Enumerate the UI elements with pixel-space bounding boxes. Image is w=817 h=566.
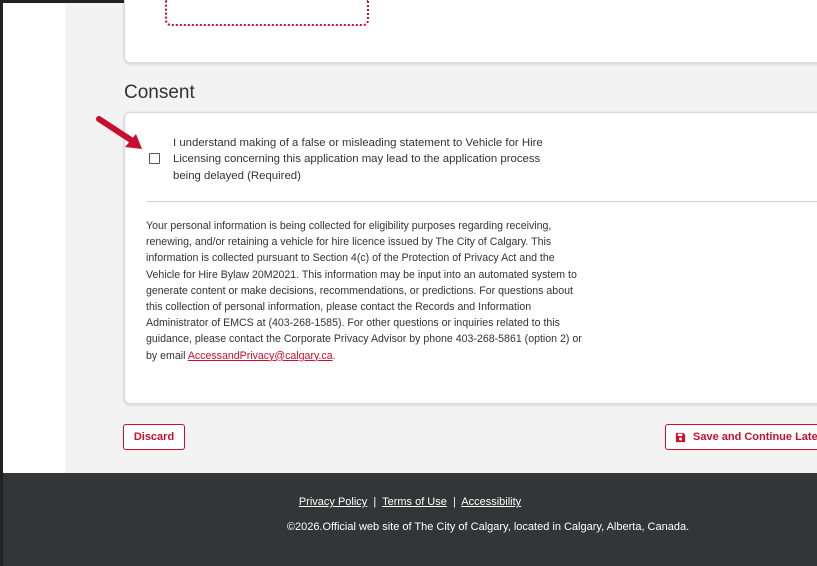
privacy-notice-end: . [332,349,336,362]
privacy-notice: Your personal information is being colle… [146,218,586,364]
privacy-notice-text: Your personal information is being colle… [146,220,582,362]
required-field-box[interactable] [165,0,369,26]
consent-heading: Consent [124,82,195,103]
save-button-label: Save and Continue Late [693,431,817,443]
consent-card: I understand making of a false or mislea… [124,112,817,404]
previous-section-card [124,0,817,63]
discard-button[interactable]: Discard [123,424,185,450]
privacy-policy-link[interactable]: Privacy Policy [299,496,367,508]
consent-checkbox[interactable] [149,153,160,164]
footer-copyright: ©2026.Official web site of The City of C… [286,521,690,533]
arrow-pointer-icon [96,116,142,149]
privacy-email-link[interactable]: AccessandPrivacy@calgary.ca [188,350,333,362]
footer-links: Privacy Policy | Terms of Use | Accessib… [3,496,817,508]
footer-separator: | [452,496,456,508]
site-footer: Privacy Policy | Terms of Use | Accessib… [3,473,817,566]
left-margin [3,3,65,473]
consent-checkbox-label[interactable]: I understand making of a false or mislea… [173,135,568,184]
accessibility-link[interactable]: Accessibility [461,496,521,508]
terms-of-use-link[interactable]: Terms of Use [382,496,447,508]
footer-separator: | [373,496,377,508]
divider [147,201,817,202]
save-continue-later-button[interactable]: Save and Continue Late [665,424,817,450]
floppy-disk-icon [675,432,686,442]
